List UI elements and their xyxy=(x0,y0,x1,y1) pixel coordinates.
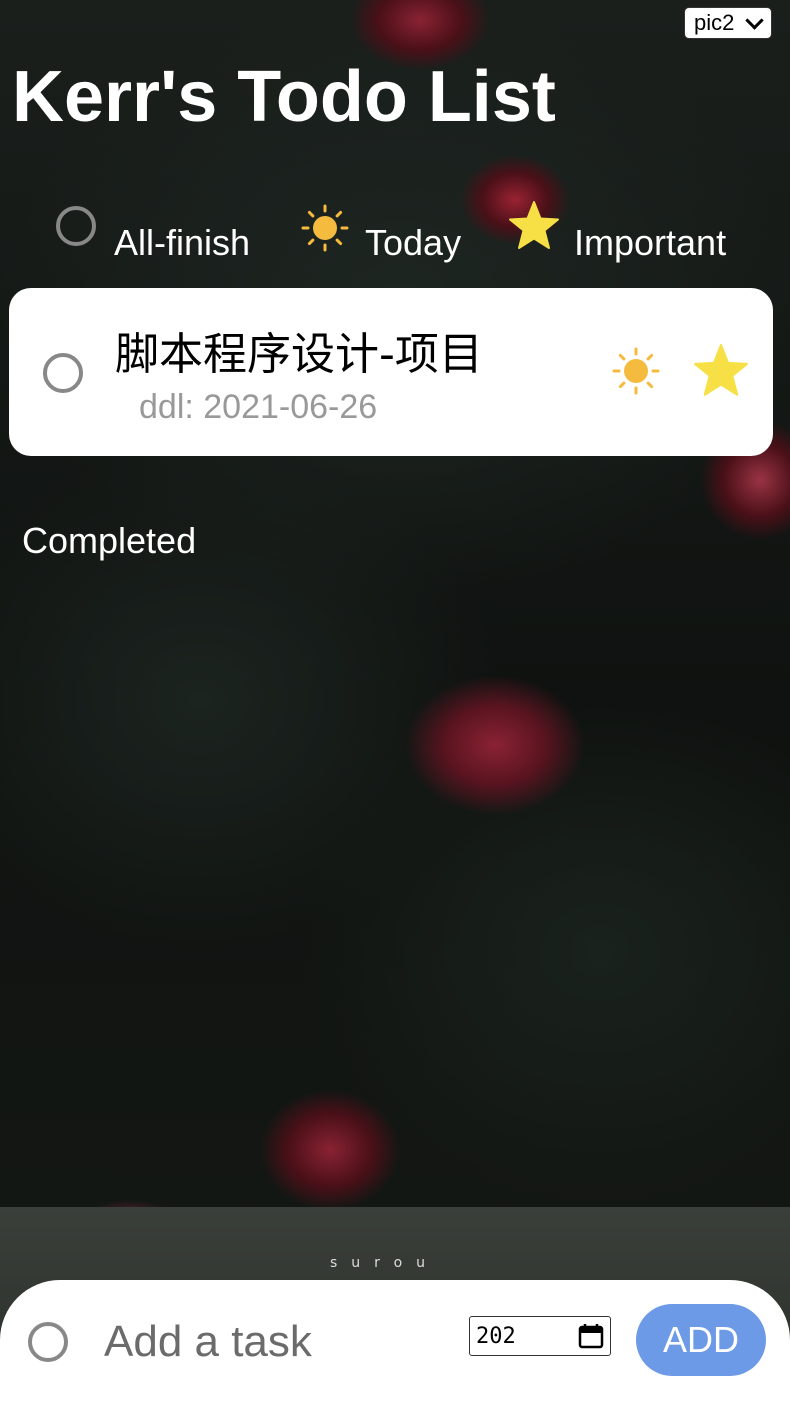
task-complete-checkbox[interactable] xyxy=(43,353,83,393)
theme-select-value: pic2 xyxy=(694,10,735,35)
filter-important-label: Important xyxy=(574,222,727,263)
task-title: 脚本程序设计-项目 xyxy=(115,329,483,380)
circle-checkbox-icon[interactable] xyxy=(28,1322,68,1362)
completed-section-heading: Completed xyxy=(22,520,197,561)
due-date-field[interactable]: 202 xyxy=(469,1316,611,1356)
theme-select[interactable]: pic2 xyxy=(684,7,772,39)
add-task-bar: 202 ADD xyxy=(0,1280,790,1402)
task-item[interactable]: 脚本程序设计-项目 ddl: 2021-06-26 xyxy=(9,288,773,456)
page-title: Kerr's Todo List xyxy=(12,57,556,137)
circle-checkbox-icon[interactable] xyxy=(56,206,96,246)
task-deadline: ddl: 2021-06-26 xyxy=(139,388,378,426)
photo-watermark: surou xyxy=(330,1255,440,1271)
chevron-down-icon xyxy=(745,10,764,30)
due-date-value: 202 xyxy=(476,1323,516,1349)
add-button[interactable]: ADD xyxy=(636,1304,766,1376)
star-icon[interactable] xyxy=(693,343,749,399)
sun-icon[interactable] xyxy=(611,346,661,396)
sun-icon[interactable] xyxy=(300,203,350,253)
add-task-input[interactable] xyxy=(104,1312,444,1372)
calendar-icon[interactable] xyxy=(578,1323,604,1349)
filter-bar: All-finish Today Important xyxy=(0,200,790,270)
filter-today-label: Today xyxy=(365,222,462,263)
star-icon[interactable] xyxy=(508,200,560,252)
filter-all-finish-label: All-finish xyxy=(114,222,251,263)
